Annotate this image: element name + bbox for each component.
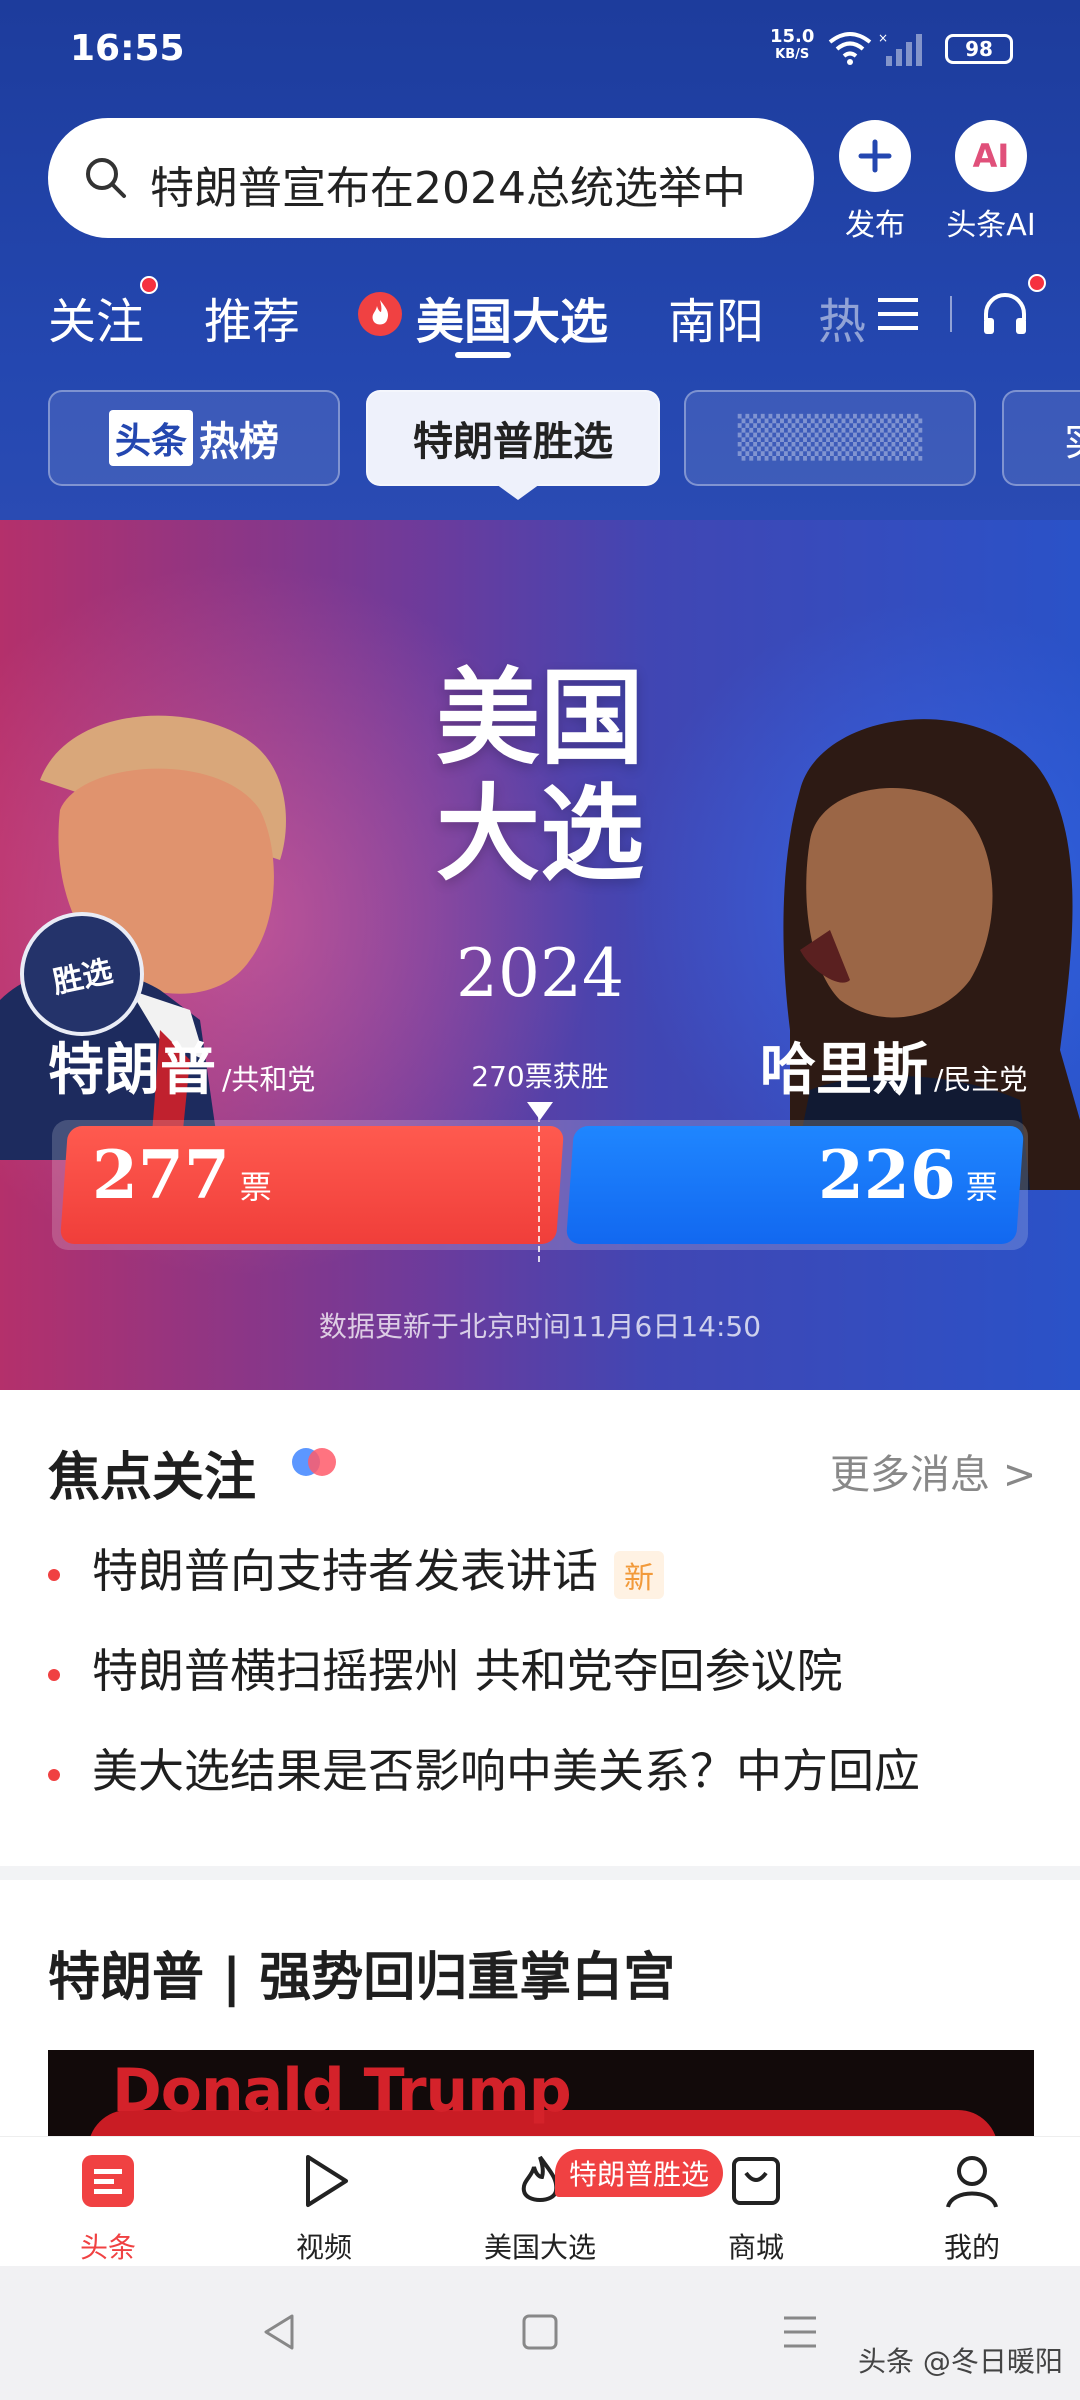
news-item[interactable]: 美大选结果是否影响中美关系？中方回应 <box>48 1735 1048 1801</box>
plus-icon <box>839 120 911 192</box>
back-icon[interactable] <box>258 2310 302 2354</box>
threshold-line <box>538 1116 540 1262</box>
trump-party: /共和党 <box>222 1063 316 1096</box>
election-banner[interactable]: 美国 大选 2024 胜选 特朗普/共和党 哈里斯/民主党 270票获胜 277… <box>0 520 1080 1390</box>
data-update-time: 数据更新于北京时间11月6日14:50 <box>318 1310 762 1343</box>
chip-blurred[interactable]: ▒▒▒▒▒▒ <box>684 390 976 486</box>
nav-home[interactable]: 头条 <box>28 2151 188 2266</box>
svg-text:×: × <box>878 32 888 45</box>
news-item[interactable]: 特朗普向支持者发表讲话新 <box>48 1535 1048 1601</box>
new-badge: 新 <box>614 1550 664 1599</box>
focus-title: 焦点关注 <box>48 1448 257 1508</box>
ai-label: 头条AI <box>946 208 1036 243</box>
banner-title: 美国 大选 <box>435 656 644 895</box>
harris-party: /民主党 <box>934 1063 1028 1096</box>
tab-divider <box>950 296 952 332</box>
threshold-marker-icon <box>527 1102 553 1120</box>
home-square-icon[interactable] <box>518 2310 562 2354</box>
nav-video[interactable]: 视频 <box>244 2151 404 2266</box>
publish-button[interactable]: 发布 <box>820 120 930 244</box>
republican-votes: 277 票 <box>92 1136 272 1214</box>
play-icon <box>306 2155 348 2207</box>
news-item[interactable]: 特朗普横扫摇摆州 共和党夺回参议院 <box>48 1635 1048 1701</box>
search-icon <box>86 158 126 198</box>
video-title-text: Donald Trump <box>112 2056 572 2126</box>
nav-us-election-label: 美国大选 <box>483 2231 596 2264</box>
bullet-icon <box>48 1768 60 1781</box>
nav-home-label: 头条 <box>79 2231 136 2264</box>
democrat-vote-count: 226 <box>818 1136 956 1214</box>
news-text: 特朗普横扫摇摆州 共和党夺回参议院 <box>92 1644 843 1698</box>
tab-recommend[interactable]: 推荐 <box>204 282 300 352</box>
more-news-link[interactable]: 更多消息 > <box>830 1442 1036 1500</box>
toutiao-ai-button[interactable]: AI 头条AI <box>936 120 1046 244</box>
nav-me-label: 我的 <box>943 2231 1000 2264</box>
win-threshold-label: 270票获胜 <box>471 1060 609 1093</box>
nav-mall[interactable]: 商城 <box>676 2151 836 2266</box>
feature-title[interactable]: 特朗普 | 强势回归重掌白宫 <box>48 1935 675 2010</box>
status-time: 16:55 <box>70 28 185 69</box>
status-bar: 16:55 15.0 KB/S × 98 <box>0 0 1080 100</box>
candidate-left: 特朗普/共和党 <box>48 1025 315 1106</box>
democrat-vote-unit: 票 <box>965 1168 998 1206</box>
notification-dot <box>140 276 158 294</box>
chip-partial[interactable]: 实 <box>1002 390 1080 486</box>
ai-icon: AI <box>955 120 1027 192</box>
wifi-icon <box>828 32 872 65</box>
headphones-icon[interactable] <box>978 286 1032 340</box>
candidate-right: 哈里斯/民主党 <box>760 1025 1027 1106</box>
democrat-votes: 226 票 <box>818 1136 998 1214</box>
watermark: 头条 @冬日暖阳 <box>858 2345 1063 2378</box>
trump-name: 特朗普 <box>48 1037 216 1103</box>
news-text: 特朗普向支持者发表讲话 <box>92 1544 598 1598</box>
republican-vote-count: 277 <box>92 1136 230 1214</box>
nav-mall-label: 商城 <box>727 2231 784 2264</box>
shopping-bag-icon <box>732 2157 780 2205</box>
battery-indicator: 98 <box>945 34 1013 64</box>
user-icon <box>946 2156 998 2208</box>
active-tab-indicator <box>455 352 511 358</box>
tab-nanyang[interactable]: 南阳 <box>668 282 764 352</box>
channel-tabs: 关注 推荐 美国大选 南阳 热 <box>0 270 1080 360</box>
nav-me[interactable]: 我的 <box>892 2151 1052 2266</box>
publish-label: 发布 <box>845 208 905 243</box>
app-header: 16:55 15.0 KB/S × 98 特朗普宣布在2024总统选举中 发布 … <box>0 0 1080 520</box>
news-text: 美大选结果是否影响中美关系？中方回应 <box>92 1744 920 1798</box>
toutiao-home-icon <box>82 2155 134 2207</box>
section-separator <box>0 1866 1080 1880</box>
bullet-icon <box>48 1668 60 1681</box>
signal-icon: × <box>878 32 922 66</box>
topic-chips: 头条 热榜 特朗普胜选 ▒▒▒▒▒▒ 实 <box>0 390 1080 490</box>
headphones-dot <box>1028 274 1046 292</box>
banner-year: 2024 <box>456 935 624 1012</box>
bottom-navigation: 头条 视频 美国大选 特朗普胜选 商城 我的 <box>0 2136 1080 2266</box>
network-speed: 15.0 KB/S <box>770 26 815 63</box>
tab-hot[interactable]: 热 <box>818 282 866 352</box>
tab-follow[interactable]: 关注 <box>48 282 144 352</box>
bullet-icon <box>48 1568 60 1581</box>
search-bar[interactable]: 特朗普宣布在2024总统选举中 <box>48 118 814 238</box>
harris-name: 哈里斯 <box>760 1037 928 1103</box>
tab-us-election[interactable]: 美国大选 <box>416 282 608 352</box>
harris-portrait <box>783 719 1080 1190</box>
recent-apps-icon[interactable] <box>778 2310 822 2354</box>
feature-video-thumbnail[interactable]: Donald Trump <box>48 2050 1034 2140</box>
fire-icon <box>358 292 402 336</box>
chip-hot-list[interactable]: 头条 热榜 <box>48 390 340 486</box>
ai-icon-text: AI <box>972 137 1010 175</box>
republican-vote-unit: 票 <box>239 1168 272 1206</box>
chip-pointer <box>496 484 540 500</box>
chip-trump-win[interactable]: 特朗普胜选 <box>366 390 660 486</box>
menu-icon[interactable] <box>874 290 922 338</box>
hot-list-label: 热榜 <box>199 419 279 465</box>
focus-dots-icon <box>292 1448 336 1476</box>
hot-list-brand: 头条 <box>108 410 193 466</box>
search-query: 特朗普宣布在2024总统选举中 <box>150 163 746 214</box>
nav-video-label: 视频 <box>295 2231 352 2264</box>
focus-card: 焦点关注 更多消息 > 特朗普向支持者发表讲话新 特朗普横扫摇摆州 共和党夺回参… <box>0 1390 1080 1870</box>
